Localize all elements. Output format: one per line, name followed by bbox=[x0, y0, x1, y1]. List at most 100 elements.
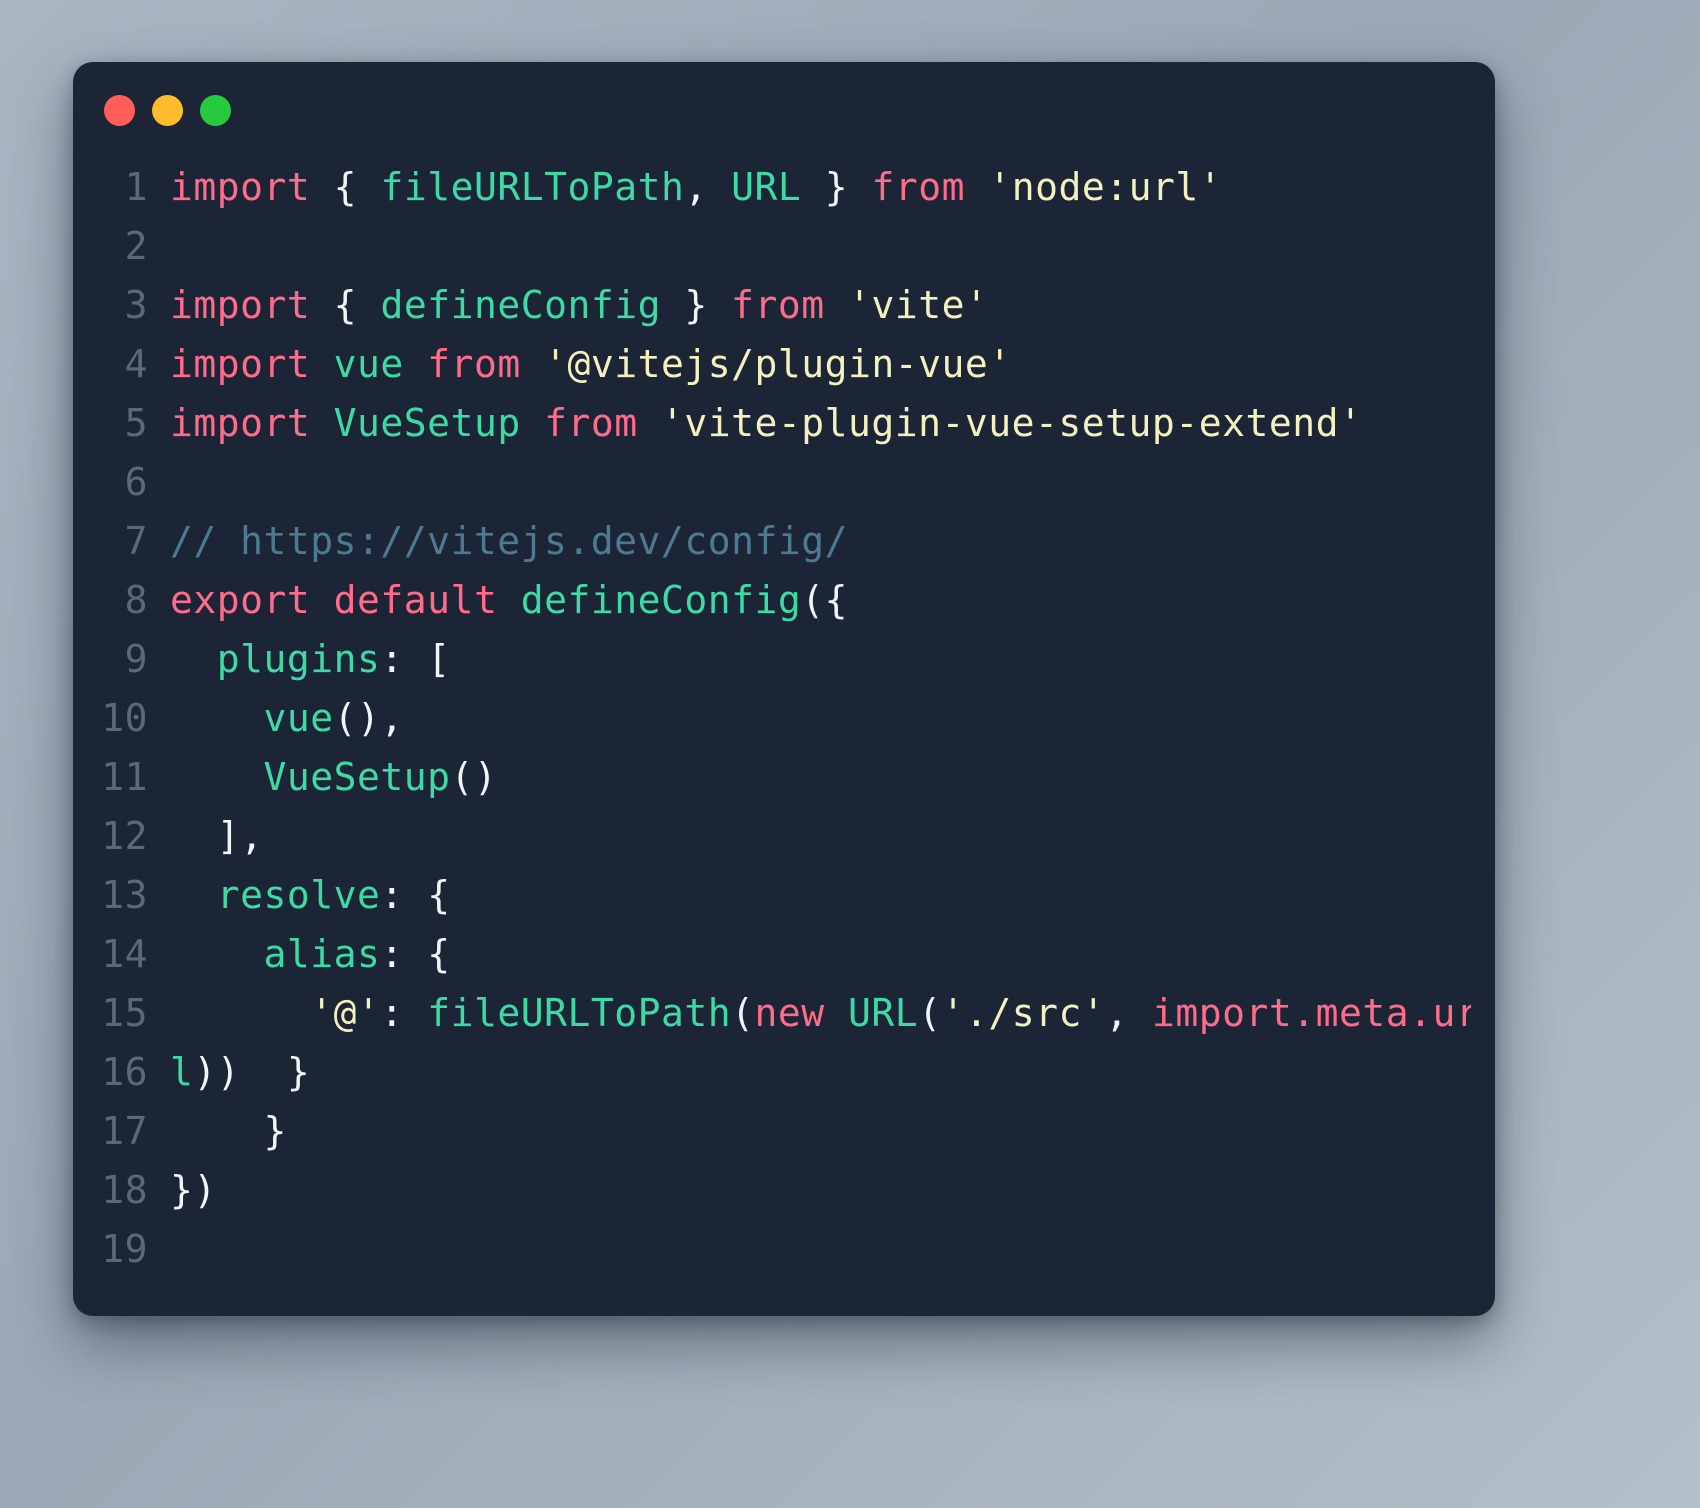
code-line[interactable]: 12 ], bbox=[73, 807, 1471, 866]
maximize-window-icon[interactable] bbox=[200, 94, 231, 126]
code-line[interactable]: 3 import { defineConfig } from 'vite' bbox=[73, 276, 1471, 335]
code-line[interactable]: 11 VueSetup() bbox=[73, 748, 1471, 807]
code-token-prop: alias bbox=[263, 932, 381, 976]
code-token-punc: }) bbox=[170, 1168, 217, 1212]
code-token-kw: from bbox=[731, 283, 825, 327]
code-line[interactable]: 5 import VueSetup from 'vite-plugin-vue-s… bbox=[73, 394, 1471, 453]
line-number: 4 bbox=[124, 342, 148, 386]
code-token-fn: VueSetup bbox=[263, 755, 451, 799]
code-token-punc: } bbox=[286, 1050, 311, 1094]
code-line[interactable]: 9 plugins: [ bbox=[73, 630, 1471, 689]
code-line[interactable]: 13 resolve: { bbox=[73, 866, 1471, 925]
code-token-kw: from bbox=[544, 401, 638, 445]
code-line-text: alias: { bbox=[170, 925, 1471, 984]
line-number: 3 bbox=[124, 283, 148, 327]
code-line[interactable]: 4 import vue from '@vitejs/plugin-vue' bbox=[73, 335, 1471, 394]
code-line-text: import vue from '@vitejs/plugin-vue' bbox=[170, 335, 1471, 394]
line-number: 13 bbox=[101, 873, 148, 917]
code-token-punc: : bbox=[380, 873, 404, 917]
code-token-var: URL bbox=[731, 165, 802, 209]
code-token-punc: ], bbox=[216, 814, 264, 858]
code-token-fn: fileURLToPath bbox=[427, 991, 732, 1035]
line-number: 14 bbox=[101, 932, 148, 976]
line-number: 15 bbox=[101, 991, 148, 1035]
code-line[interactable]: 14 alias: { bbox=[73, 925, 1471, 984]
code-token-kw: new bbox=[754, 991, 825, 1035]
code-token-kw: default bbox=[333, 578, 498, 622]
minimize-window-icon[interactable] bbox=[152, 94, 183, 126]
code-line-text: resolve: { bbox=[170, 866, 1471, 925]
code-line[interactable]: 18}) bbox=[73, 1161, 1471, 1220]
window-titlebar[interactable] bbox=[73, 62, 1495, 158]
code-token-kw: from bbox=[871, 165, 965, 209]
code-token-punc: { bbox=[427, 932, 451, 976]
code-line-text: }) bbox=[170, 1161, 1471, 1220]
code-token-var: fileURLToPath bbox=[380, 165, 685, 209]
code-line[interactable]: 8 export default defineConfig({ bbox=[73, 571, 1471, 630]
code-token-punc: : bbox=[380, 637, 404, 681]
code-line[interactable]: 2 bbox=[73, 217, 1471, 276]
code-editor-area[interactable]: 1 import { fileURLToPath, URL } from 'nod… bbox=[73, 158, 1495, 1316]
code-token-var: l bbox=[170, 1050, 194, 1094]
close-window-icon[interactable] bbox=[104, 94, 135, 126]
line-number: 16 bbox=[101, 1050, 148, 1094]
line-number: 12 bbox=[101, 814, 148, 858]
line-number: 2 bbox=[124, 224, 148, 268]
code-token-str: 'vite-plugin-vue-setup-extend' bbox=[661, 401, 1363, 445]
code-line-text: } bbox=[170, 1102, 1471, 1161]
line-number: 17 bbox=[101, 1109, 148, 1153]
code-token-kw: import bbox=[170, 165, 311, 209]
code-token-str: 'vite' bbox=[848, 283, 989, 327]
code-line[interactable]: 16 l)) } bbox=[73, 1043, 1471, 1102]
code-token-kw: from bbox=[427, 342, 521, 386]
code-token-kw: import bbox=[170, 283, 311, 327]
code-line[interactable]: 19 bbox=[73, 1220, 1471, 1279]
code-token-punc: ({ bbox=[801, 578, 849, 622]
code-token-kw: import bbox=[170, 401, 311, 445]
code-line[interactable]: 17 } bbox=[73, 1102, 1471, 1161]
code-token-str: '@' bbox=[310, 991, 381, 1035]
code-token-punc: { bbox=[333, 283, 358, 327]
code-token-punc: (), bbox=[333, 696, 404, 740]
code-line[interactable]: 7 // https://vitejs.dev/config/ bbox=[73, 512, 1471, 571]
code-token-punc: { bbox=[333, 165, 358, 209]
code-line-text: '@': fileURLToPath(new URL('./src', impo… bbox=[170, 984, 1471, 1043]
code-line-text: import { fileURLToPath, URL } from 'node… bbox=[170, 158, 1471, 217]
line-number: 7 bbox=[124, 519, 148, 563]
code-line[interactable]: 15 '@': fileURLToPath(new URL('./src', i… bbox=[73, 984, 1471, 1043]
code-line[interactable]: 10 vue(), bbox=[73, 689, 1471, 748]
code-token-punc: [ bbox=[427, 637, 451, 681]
line-number: 10 bbox=[101, 696, 148, 740]
code-line[interactable]: 6 bbox=[73, 453, 1471, 512]
line-number: 11 bbox=[101, 755, 148, 799]
code-line-text: VueSetup() bbox=[170, 748, 1471, 807]
code-token-comment: // https://vitejs.dev/config/ bbox=[170, 519, 848, 563]
code-token-punc: } bbox=[684, 283, 708, 327]
code-token-punc: : bbox=[380, 932, 404, 976]
code-token-kw: export bbox=[170, 578, 311, 622]
line-number: 18 bbox=[101, 1168, 148, 1212]
code-line[interactable]: 1 import { fileURLToPath, URL } from 'nod… bbox=[73, 158, 1471, 217]
code-line-text: vue(), bbox=[170, 689, 1471, 748]
